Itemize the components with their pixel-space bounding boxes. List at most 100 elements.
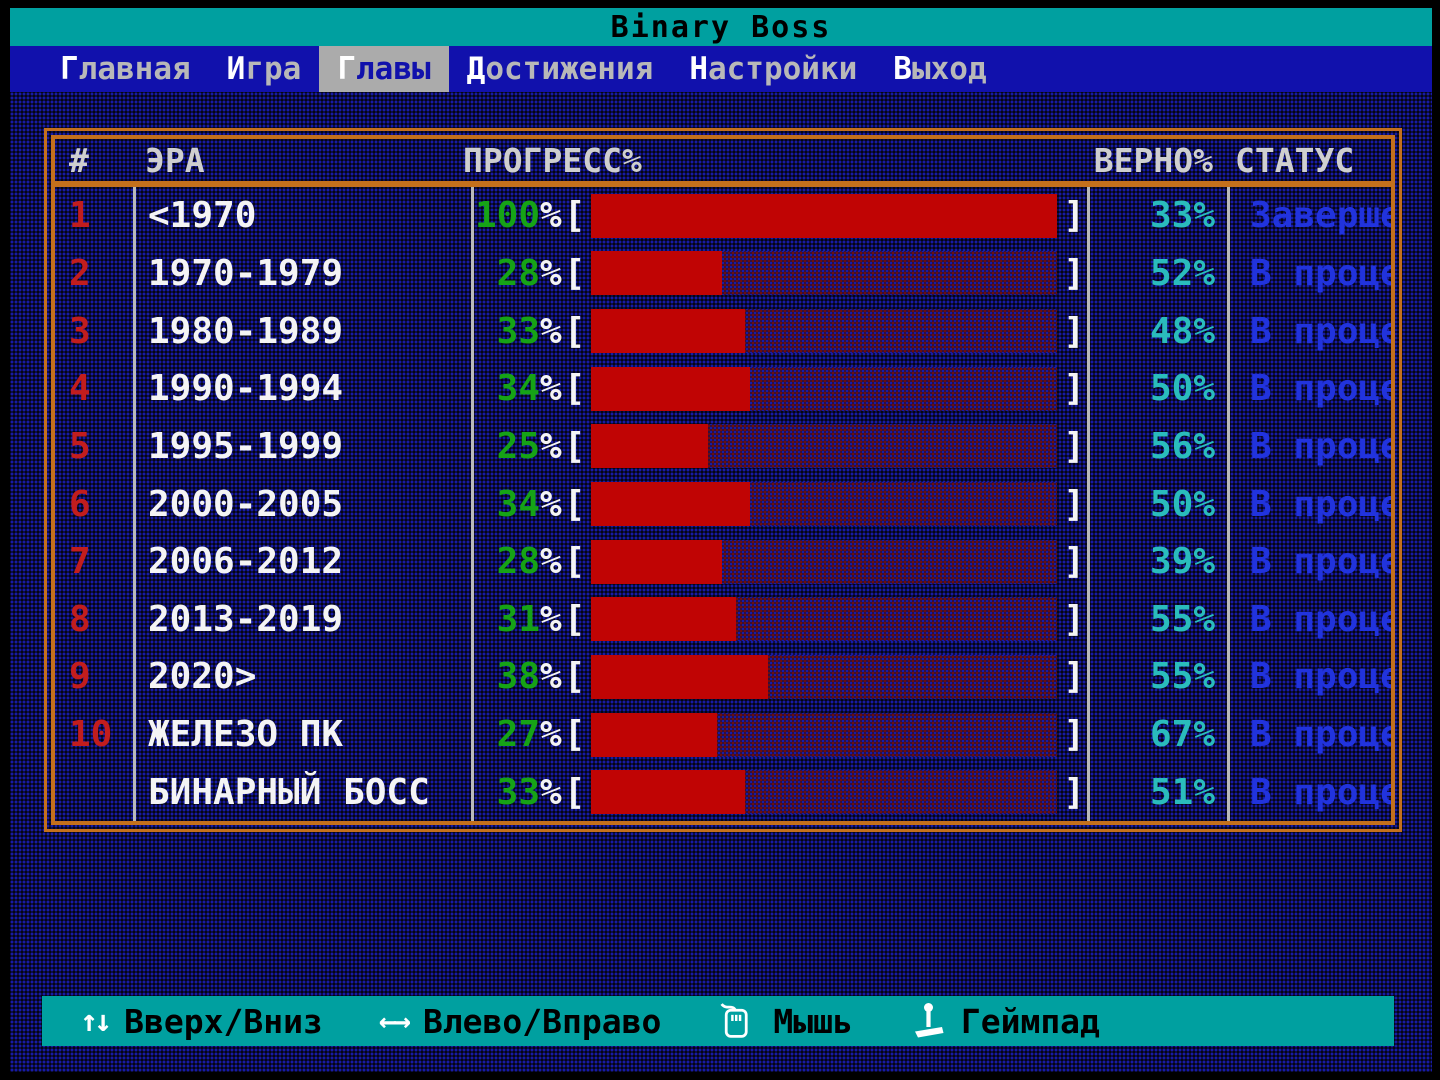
status-label: В проце bbox=[1227, 763, 1391, 821]
header-status: СТАТУС bbox=[1219, 141, 1391, 180]
row-number: 6 bbox=[55, 484, 133, 525]
table-row[interactable]: 7 2006-2012 28%[ ] 39% В проце bbox=[55, 533, 1391, 591]
progress-percent: 33 bbox=[474, 772, 540, 813]
progress-cell: 28%[ ] bbox=[471, 533, 1087, 591]
table-row[interactable]: 8 2013-2019 31%[ ] 55% В проце bbox=[55, 590, 1391, 648]
menu-item-0[interactable]: Главная bbox=[42, 46, 209, 92]
progress-bar-fill bbox=[591, 424, 707, 468]
bracket-close: ] bbox=[1061, 311, 1087, 352]
progress-bar bbox=[591, 770, 1057, 814]
progress-percent: 34 bbox=[474, 368, 540, 409]
progress-percent: 28 bbox=[474, 253, 540, 294]
table-row[interactable]: 1 <1970 100%[ ] 33% Заверше bbox=[55, 187, 1391, 245]
menu-item-hotkey: Г bbox=[60, 51, 79, 87]
screen: Binary Boss Главная Игра Главы Достижени… bbox=[0, 0, 1440, 1080]
era-label: <1970 bbox=[133, 187, 471, 245]
era-label: 1980-1989 bbox=[133, 302, 471, 360]
progress-cell: 100%[ ] bbox=[471, 187, 1087, 245]
correct-percent: 39 bbox=[1150, 541, 1193, 582]
correct-percent: 56 bbox=[1150, 426, 1193, 467]
progress-cell: 33%[ ] bbox=[471, 763, 1087, 821]
menu-item-hotkey: Г bbox=[337, 51, 356, 87]
progress-cell: 28%[ ] bbox=[471, 245, 1087, 303]
table-row[interactable]: БИНАРНЫЙ БОСС 33%[ ] 51% В проце bbox=[55, 763, 1391, 821]
menu-item-5[interactable]: Выход bbox=[875, 46, 1004, 92]
menu-item-label: лавная bbox=[79, 51, 191, 87]
menu-item-label: остижения bbox=[485, 51, 653, 87]
menu-item-hotkey: Н bbox=[689, 51, 708, 87]
table-row[interactable]: 4 1990-1994 34%[ ] 50% В проце bbox=[55, 360, 1391, 418]
correct-cell: 67% bbox=[1087, 706, 1227, 764]
progress-bar bbox=[591, 367, 1057, 411]
table-row[interactable]: 9 2020> 38%[ ] 55% В проце bbox=[55, 648, 1391, 706]
bracket-close: ] bbox=[1061, 599, 1087, 640]
progress-percent: 100 bbox=[474, 195, 540, 236]
progress-cell: 34%[ ] bbox=[471, 360, 1087, 418]
bracket-open: [ bbox=[562, 484, 588, 525]
bracket-open: [ bbox=[562, 253, 588, 294]
correct-cell: 39% bbox=[1087, 533, 1227, 591]
bracket-open: [ bbox=[562, 195, 588, 236]
progress-bar-fill bbox=[591, 482, 749, 526]
hint-gamepad: Геймпад bbox=[909, 1001, 1100, 1041]
progress-percent: 28 bbox=[474, 541, 540, 582]
menu-bar: Главная Игра Главы Достижения Настройки … bbox=[10, 46, 1432, 92]
progress-bar bbox=[591, 424, 1057, 468]
progress-bar-fill bbox=[591, 251, 721, 295]
menu-item-4[interactable]: Настройки bbox=[671, 46, 875, 92]
menu-item-hotkey: И bbox=[227, 51, 246, 87]
progress-bar-fill bbox=[591, 367, 749, 411]
hint-up-down: ↑↓ Вверх/Вниз bbox=[80, 1002, 323, 1041]
bracket-open: [ bbox=[562, 772, 588, 813]
table-row[interactable]: 6 2000-2005 34%[ ] 50% В проце bbox=[55, 475, 1391, 533]
correct-cell: 52% bbox=[1087, 245, 1227, 303]
table-row[interactable]: 10 ЖЕЛЕЗО ПК 27%[ ] 67% В проце bbox=[55, 706, 1391, 764]
row-number: 3 bbox=[55, 311, 133, 352]
era-label: 2013-2019 bbox=[133, 590, 471, 648]
table-body: 1 <1970 100%[ ] 33% Заверше 2 1970-1979 … bbox=[55, 187, 1391, 821]
status-label: Заверше bbox=[1227, 187, 1391, 245]
menu-item-2[interactable]: Главы bbox=[319, 46, 448, 92]
header-num: # bbox=[55, 141, 133, 180]
mouse-icon bbox=[717, 1001, 757, 1041]
bracket-open: [ bbox=[562, 368, 588, 409]
table-row[interactable]: 2 1970-1979 28%[ ] 52% В проце bbox=[55, 245, 1391, 303]
gamepad-icon bbox=[909, 1001, 945, 1041]
correct-cell: 33% bbox=[1087, 187, 1227, 245]
menu-item-3[interactable]: Достижения bbox=[449, 46, 672, 92]
progress-cell: 33%[ ] bbox=[471, 302, 1087, 360]
era-label: 2006-2012 bbox=[133, 533, 471, 591]
correct-cell: 51% bbox=[1087, 763, 1227, 821]
hint-label: Влево/Вправо bbox=[423, 1002, 661, 1041]
bracket-close: ] bbox=[1061, 426, 1087, 467]
correct-cell: 56% bbox=[1087, 418, 1227, 476]
progress-percent: 38 bbox=[474, 656, 540, 697]
table-row[interactable]: 5 1995-1999 25%[ ] 56% В проце bbox=[55, 418, 1391, 476]
progress-bar bbox=[591, 597, 1057, 641]
hint-mouse: Мышь bbox=[717, 1001, 852, 1041]
correct-cell: 55% bbox=[1087, 590, 1227, 648]
correct-percent: 50 bbox=[1150, 484, 1193, 525]
status-label: В проце bbox=[1227, 706, 1391, 764]
menu-item-hotkey: Д bbox=[467, 51, 486, 87]
table-row[interactable]: 3 1980-1989 33%[ ] 48% В проце bbox=[55, 302, 1391, 360]
menu-item-1[interactable]: Игра bbox=[209, 46, 320, 92]
progress-percent: 25 bbox=[474, 426, 540, 467]
screen-background: Binary Boss Главная Игра Главы Достижени… bbox=[10, 8, 1432, 1072]
row-number: 2 bbox=[55, 253, 133, 294]
menu-item-label: лавы bbox=[356, 51, 431, 87]
hint-bar: ↑↓ Вверх/Вниз ←→ Влево/Вправо Мышь bbox=[42, 996, 1394, 1046]
progress-bar bbox=[591, 194, 1057, 238]
hint-label: Вверх/Вниз bbox=[124, 1002, 323, 1041]
progress-bar bbox=[591, 309, 1057, 353]
era-label: 2000-2005 bbox=[133, 475, 471, 533]
status-label: В проце bbox=[1227, 648, 1391, 706]
correct-percent: 33 bbox=[1150, 195, 1193, 236]
correct-percent: 55 bbox=[1150, 656, 1193, 697]
correct-percent: 55 bbox=[1150, 599, 1193, 640]
app-title: Binary Boss bbox=[611, 10, 832, 45]
correct-percent: 50 bbox=[1150, 368, 1193, 409]
correct-cell: 50% bbox=[1087, 360, 1227, 418]
correct-percent: 48 bbox=[1150, 311, 1193, 352]
bracket-close: ] bbox=[1061, 195, 1087, 236]
